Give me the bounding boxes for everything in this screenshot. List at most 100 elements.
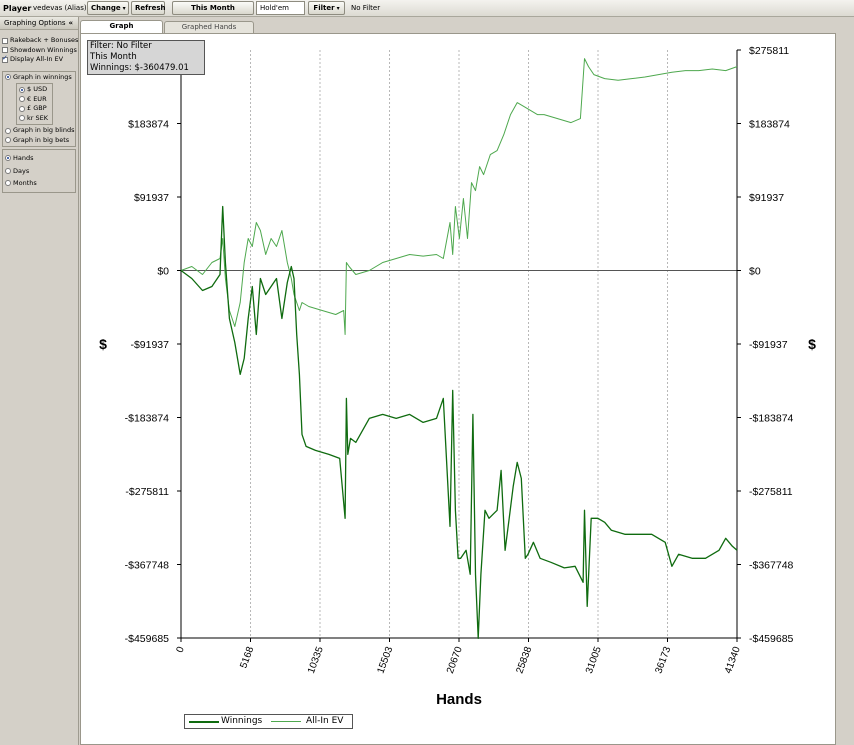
- x-tick-label: 5168: [238, 645, 256, 670]
- checkbox-checked-icon: [2, 54, 8, 63]
- y-tick-label-left: -$275811: [125, 486, 169, 498]
- y-tick-label-right: -$275811: [749, 486, 793, 498]
- currency-eur-label: € EUR: [27, 94, 47, 103]
- y-tick-label-left: -$91937: [130, 339, 169, 351]
- y-tick-label-right: -$183874: [749, 413, 794, 425]
- chevron-down-icon: ▾: [336, 5, 340, 12]
- showdown-label: Showdown Winnings: [10, 45, 77, 54]
- x-tick-label: 25838: [514, 645, 534, 675]
- legend-swatch-winnings: [189, 721, 219, 723]
- y-tick-label-left: -$459685: [125, 633, 170, 645]
- refresh-button[interactable]: Refresh: [131, 1, 166, 15]
- game-type-value: Hold'em: [260, 4, 289, 12]
- filter-button[interactable]: Filter ▾: [308, 1, 345, 15]
- player-label: Player: [3, 4, 32, 13]
- y-tick-label-left: $0: [157, 266, 169, 278]
- tab-graph-label: Graph: [109, 22, 134, 30]
- y-tick-label-right: $275811: [749, 45, 789, 57]
- top-toolbar: Player vedevas (Alias) Change ▾ Refresh T…: [0, 0, 854, 17]
- x-tick-label: 10335: [306, 645, 326, 675]
- x-tick-label: 41340: [723, 645, 743, 675]
- x-tick-label: 20670: [445, 645, 465, 675]
- graphing-options-panel: Graphing Options « Rakeback + Bonuses Sh…: [0, 17, 79, 745]
- y-tick-label-left: $91937: [134, 192, 169, 204]
- checkbox-icon: [2, 47, 8, 53]
- period-button-label: This Month: [191, 4, 235, 12]
- y-tick-label-left: -$367748: [125, 560, 170, 572]
- x-unit-hands-radio[interactable]: Hands: [3, 152, 75, 165]
- y-tick-label-left: -$183874: [125, 413, 170, 425]
- period-button[interactable]: This Month: [172, 1, 254, 15]
- tab-bar: Graph Graphed Hands: [80, 19, 854, 33]
- x-unit-days-radio[interactable]: Days: [3, 165, 75, 178]
- currency-sek-label: kr SEK: [27, 113, 48, 122]
- chart-legend: Winnings All-In EV: [184, 714, 353, 729]
- y-tick-label-right: $183874: [749, 119, 790, 131]
- graph-in-big-bets-label: Graph in big bets: [13, 135, 70, 144]
- x-unit-hands-label: Hands: [13, 154, 34, 162]
- graph-in-winnings-label: Graph in winnings: [13, 72, 72, 81]
- filter-info-box: Filter: No Filter This Month Winnings: $…: [87, 40, 205, 75]
- collapse-icon[interactable]: «: [68, 17, 73, 29]
- y-tick-label-right: $91937: [749, 192, 784, 204]
- game-type-select[interactable]: Hold'em: [256, 1, 305, 15]
- radio-icon: [19, 105, 25, 112]
- x-tick-label: 36173: [653, 645, 673, 675]
- x-unit-months-radio[interactable]: Months: [3, 177, 75, 190]
- filter-status: No Filter: [351, 4, 381, 12]
- y-tick-label-left: $183874: [128, 119, 169, 131]
- currency-eur-radio[interactable]: € EUR: [17, 95, 52, 105]
- refresh-button-label: Refresh: [135, 4, 166, 12]
- currency-gbp-label: £ GBP: [27, 104, 47, 112]
- change-button-label: Change: [91, 4, 121, 12]
- y-axis-label-right: $: [808, 336, 816, 352]
- radio-icon: [5, 180, 11, 186]
- graphing-options-title: Graphing Options: [4, 19, 66, 27]
- y-tick-label-right: -$91937: [749, 339, 788, 351]
- graph-mode-group: Graph in winnings $ USD € EUR £ GBP kr S…: [2, 70, 76, 147]
- x-axis-label: Hands: [436, 691, 482, 708]
- graph-in-winnings-radio[interactable]: Graph in winnings: [3, 73, 75, 83]
- change-button[interactable]: Change ▾: [87, 1, 129, 15]
- x-unit-months-label: Months: [13, 179, 37, 187]
- player-name[interactable]: vedevas (Alias): [33, 1, 87, 15]
- tab-graphed-hands[interactable]: Graphed Hands: [164, 21, 254, 33]
- currency-usd-label: $ USD: [27, 85, 48, 93]
- graphing-options-header: Graphing Options «: [0, 17, 78, 30]
- x-tick-label: 31005: [584, 645, 604, 675]
- all-in-ev-label: Display All-In EV: [10, 55, 64, 63]
- y-tick-label-right: $0: [749, 266, 761, 278]
- radio-icon: [5, 127, 11, 134]
- legend-swatch-all-in-ev: [271, 721, 301, 722]
- radio-icon: [19, 115, 25, 121]
- legend-label-winnings: Winnings: [221, 716, 263, 726]
- x-axis-unit-group: Hands Days Months: [2, 149, 76, 193]
- graph-in-big-blinds-radio[interactable]: Graph in big blinds: [3, 126, 75, 136]
- x-tick-label: 0: [175, 645, 187, 654]
- tab-graph[interactable]: Graph: [80, 20, 163, 33]
- graph-panel: 0 5168 10335 15503 20670 25838 31005 36173 41340…: [80, 33, 836, 745]
- x-unit-days-label: Days: [13, 166, 30, 175]
- info-winnings-line: Winnings: $-360479.01: [90, 63, 189, 73]
- currency-usd-radio[interactable]: $ USD: [17, 85, 52, 95]
- all-in-ev-checkbox[interactable]: Display All-In EV: [0, 54, 78, 65]
- graph-in-big-bets-radio[interactable]: Graph in big bets: [3, 136, 75, 146]
- rakeback-checkbox[interactable]: Rakeback + Bonuses: [0, 36, 78, 46]
- tab-graphed-hands-label: Graphed Hands: [181, 23, 237, 31]
- y-tick-label-right: -$367748: [749, 560, 794, 572]
- showdown-checkbox[interactable]: Showdown Winnings: [0, 46, 78, 56]
- currency-gbp-radio[interactable]: £ GBP: [17, 104, 52, 114]
- filter-button-label: Filter: [313, 4, 335, 12]
- legend-label-all-in-ev: All-In EV: [306, 716, 344, 726]
- winnings-chart: 0 5168 10335 15503 20670 25838 31005 36173 41340…: [99, 45, 816, 708]
- radio-selected-icon: [5, 155, 11, 161]
- currency-sek-radio[interactable]: kr SEK: [17, 114, 52, 124]
- radio-icon: [5, 167, 11, 174]
- checkbox-icon: [2, 37, 8, 44]
- x-tick-label: 15503: [375, 645, 395, 675]
- radio-icon: [5, 137, 11, 143]
- y-axis-label-left: $: [99, 336, 107, 352]
- radio-selected-icon: [5, 74, 11, 80]
- graph-in-big-blinds-label: Graph in big blinds: [13, 126, 75, 134]
- currency-group: $ USD € EUR £ GBP kr SEK: [16, 83, 53, 125]
